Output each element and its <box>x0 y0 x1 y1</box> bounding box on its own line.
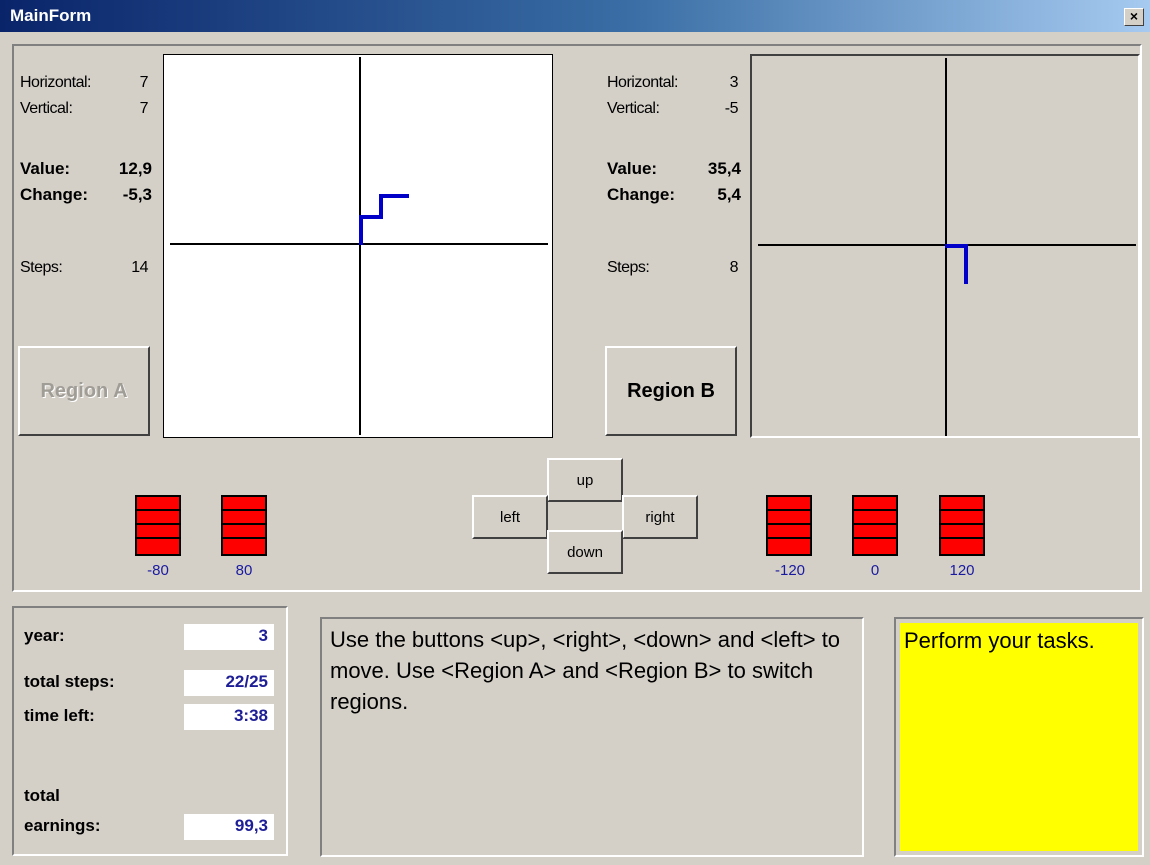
region-a-horizontal-label: Horizontal: <box>20 74 91 91</box>
region-b-steps-value: 8 <box>729 259 739 276</box>
task-message: Perform your tasks. <box>904 628 1095 653</box>
indicator-a-80 <box>221 495 267 556</box>
region-b-vertical-label: Vertical: <box>607 100 660 117</box>
year-field: 3 <box>184 624 274 650</box>
total-steps-field: 22/25 <box>184 670 274 696</box>
indicator-b-0-label: 0 <box>870 562 880 579</box>
close-button[interactable]: × <box>1124 8 1144 26</box>
region-b-button[interactable]: Region B <box>605 346 737 436</box>
region-a-vertical-value: 7 <box>139 100 149 117</box>
down-button[interactable]: down <box>547 530 623 574</box>
indicator-b-0 <box>852 495 898 556</box>
indicator-b-neg120 <box>766 495 812 556</box>
region-b-change: 5,4 <box>717 185 741 204</box>
total-steps-label: total steps: <box>24 672 115 691</box>
indicator-b-120 <box>939 495 985 556</box>
instructions-text: Use the buttons <up>, <right>, <down> an… <box>330 627 841 714</box>
region-b-horizontal-value: 3 <box>729 74 739 91</box>
region-a-value: 12,9 <box>118 159 152 178</box>
indicator-a-80-label: 80 <box>235 562 253 579</box>
region-b-value-label: Value: <box>607 159 658 178</box>
indicator-a-neg80 <box>135 495 181 556</box>
time-left-label: time left: <box>24 706 95 725</box>
region-b-horizontal-label: Horizontal: <box>607 74 678 91</box>
region-a-y-axis <box>359 57 361 435</box>
region-a-vertical-label: Vertical: <box>20 100 73 117</box>
region-a-grid <box>163 54 553 438</box>
window-title: MainForm <box>10 6 92 25</box>
region-a-horizontal-value: 7 <box>139 74 149 91</box>
region-b-value: 35,4 <box>707 159 741 178</box>
task-message-box: Perform your tasks. <box>900 623 1138 851</box>
right-button[interactable]: right <box>622 495 698 539</box>
time-left-field: 3:38 <box>184 704 274 730</box>
indicator-b-120-label: 120 <box>949 562 975 579</box>
region-a-button[interactable]: Region A <box>18 346 150 436</box>
total-earnings-label-2: earnings: <box>24 816 101 835</box>
indicator-b-neg120-label: -120 <box>774 562 806 579</box>
region-a-value-label: Value: <box>20 159 71 178</box>
region-a-steps-value: 14 <box>131 259 148 276</box>
indicator-a-neg80-label: -80 <box>147 562 169 579</box>
region-a-steps-label: Steps: <box>20 259 63 276</box>
region-a-change: -5,3 <box>122 185 152 204</box>
total-earnings-field: 99,3 <box>184 814 274 840</box>
region-b-grid <box>750 54 1140 438</box>
total-earnings-label-1: total <box>24 786 60 805</box>
region-a-change-label: Change: <box>20 185 88 204</box>
title-bar <box>0 0 1150 32</box>
left-button[interactable]: left <box>472 495 548 539</box>
region-b-change-label: Change: <box>607 185 675 204</box>
year-label: year: <box>24 626 65 645</box>
region-b-vertical-value: -5 <box>724 100 739 117</box>
region-b-steps-label: Steps: <box>607 259 650 276</box>
up-button[interactable]: up <box>547 458 623 502</box>
